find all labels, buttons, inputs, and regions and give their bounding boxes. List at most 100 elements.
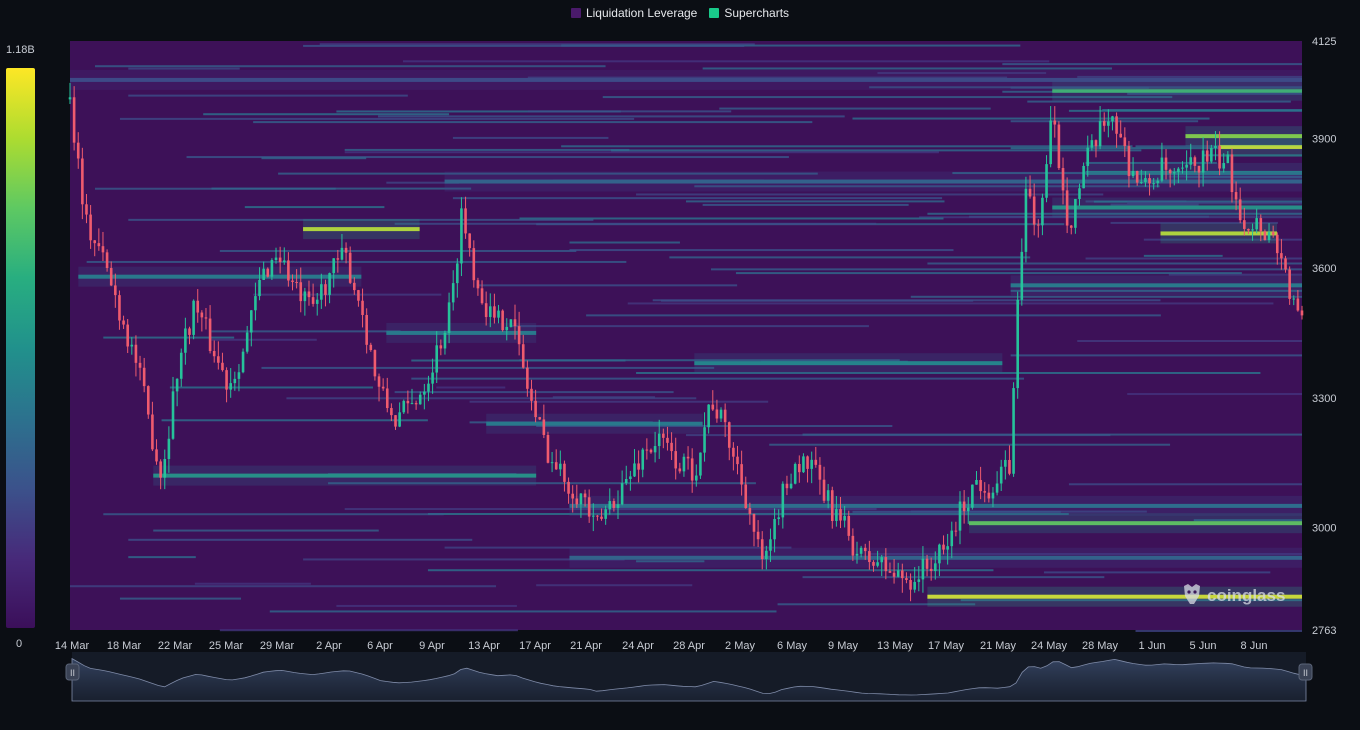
candle-body	[204, 317, 208, 319]
liquidation-level-glow	[386, 322, 537, 343]
candle-body	[299, 282, 303, 302]
candle-body	[311, 297, 315, 304]
candle-body	[1210, 147, 1213, 162]
candle-body	[591, 515, 595, 517]
heatmap-band	[344, 151, 939, 154]
heatmap-band	[1135, 629, 1302, 632]
candle-body	[1086, 147, 1090, 166]
candle-body	[707, 404, 710, 428]
candle-body	[344, 247, 348, 253]
candle-body	[1020, 251, 1024, 300]
x-tick-label: 28 May	[1082, 640, 1119, 652]
candle-body	[97, 243, 101, 247]
candle-body	[365, 315, 368, 345]
candle-body	[233, 378, 237, 384]
candle-body	[418, 394, 422, 405]
candle-body	[690, 458, 694, 481]
x-tick-label: 24 May	[1031, 640, 1068, 652]
candle-body	[159, 461, 162, 478]
candle-body	[793, 463, 797, 484]
candle-body	[674, 451, 677, 469]
candle-body	[579, 493, 583, 505]
candle-body	[1172, 172, 1176, 174]
candle-body	[723, 409, 727, 423]
heatmap-band	[211, 330, 401, 333]
heatmap-band	[128, 538, 473, 541]
candle-body	[307, 291, 311, 298]
heatmap-band	[527, 110, 732, 113]
candle-body	[270, 260, 274, 277]
heatmap-band	[452, 197, 943, 200]
candle-body	[1115, 116, 1118, 134]
heatmap-band	[203, 113, 450, 116]
candle-body	[171, 391, 175, 439]
candle-body	[773, 518, 776, 540]
candle-body	[760, 539, 764, 560]
heatmap-band	[402, 60, 1050, 63]
liquidation-level-glow	[569, 495, 1302, 516]
candle-body	[542, 419, 546, 435]
x-tick-label: 21 Apr	[570, 640, 602, 652]
candle-body	[1243, 220, 1246, 229]
heatmap-band	[269, 610, 777, 613]
x-tick-label: 5 Jun	[1190, 640, 1217, 652]
candle-body	[736, 456, 739, 465]
candle-body	[711, 404, 715, 410]
candle-body	[1288, 269, 1291, 299]
candle-body	[847, 515, 851, 536]
candle-body	[633, 463, 636, 477]
candle-body	[1259, 218, 1263, 232]
candle-body	[835, 509, 838, 521]
candle-body	[348, 252, 352, 283]
candle-body	[1004, 459, 1007, 467]
candle-body	[340, 247, 344, 260]
liquidation-heatmap-chart[interactable]: 4125 3900 3600 3300 3000 2763 14 Mar 18 Mar 22 …	[0, 0, 1360, 730]
candle-body	[1193, 157, 1197, 166]
y-tick-label: 3600	[1312, 263, 1336, 275]
heatmap-band	[1002, 63, 1302, 66]
candle-body	[1238, 199, 1242, 221]
liquidation-level-glow	[153, 465, 537, 486]
candle-body	[464, 208, 467, 234]
candle-body	[1280, 253, 1283, 259]
candle-body	[456, 263, 459, 284]
candle-body	[765, 550, 768, 560]
heatmap-band	[627, 302, 1274, 305]
candle-body	[175, 378, 179, 392]
candle-body	[921, 558, 925, 580]
candle-body	[1189, 157, 1193, 165]
candle-body	[472, 248, 476, 281]
candle-body	[938, 544, 941, 564]
candle-body	[1226, 154, 1230, 164]
heatmap-band	[211, 338, 317, 341]
x-tick-label: 2 May	[725, 640, 755, 652]
candle-body	[402, 400, 406, 413]
heatmap-band	[1143, 254, 1223, 257]
candle-body	[513, 319, 517, 327]
candle-body	[1102, 121, 1106, 126]
heatmap-band	[686, 200, 945, 203]
candle-body	[237, 372, 241, 379]
candle-body	[958, 501, 962, 531]
heatmap-band	[1077, 340, 1302, 343]
navigator-left-handle[interactable]: II	[65, 663, 80, 681]
candle-body	[1057, 124, 1061, 169]
heatmap-band	[1043, 571, 1271, 574]
candle-body	[105, 252, 109, 269]
candle-body	[715, 409, 719, 419]
candle-body	[451, 283, 455, 303]
candle-body	[229, 383, 232, 390]
candle-body	[1205, 150, 1209, 162]
navigator-right-handle[interactable]: II	[1298, 663, 1313, 681]
candle-body	[975, 480, 978, 485]
heatmap-band	[394, 391, 674, 394]
candle-body	[447, 302, 451, 333]
candle-body	[756, 531, 760, 540]
candle-body	[880, 557, 884, 563]
candle-body	[134, 344, 138, 363]
candle-body	[979, 480, 982, 492]
x-tick-label: 9 Apr	[419, 640, 445, 652]
heatmap-band	[611, 149, 1142, 152]
navigator[interactable]: II II	[65, 652, 1313, 702]
candle-body	[954, 530, 958, 532]
